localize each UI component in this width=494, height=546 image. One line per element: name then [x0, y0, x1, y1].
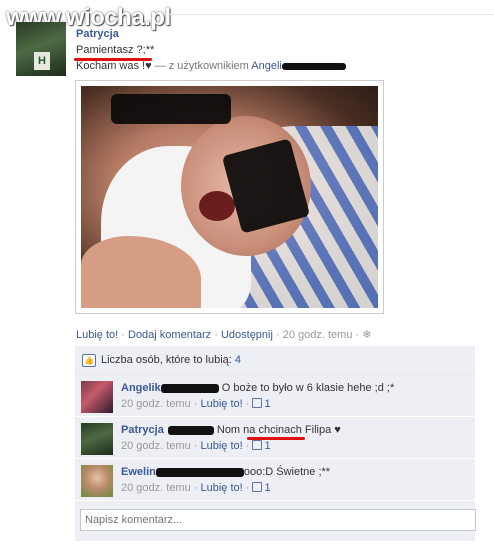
commenter-avatar[interactable]	[81, 381, 113, 413]
commenter-avatar[interactable]	[81, 423, 113, 455]
thumbs-up-icon	[252, 482, 263, 492]
author-avatar[interactable]: H	[16, 22, 66, 76]
with-line: Kocham was !♥ — z użytkownikiem Angeli	[76, 60, 346, 72]
comment-input[interactable]	[80, 509, 476, 531]
comment-time: 20 godz. temu	[121, 440, 191, 452]
censor-scribble	[281, 62, 346, 70]
privacy-icon[interactable]: ❄	[362, 329, 371, 341]
comment-text: ooo:D Świetne ;**	[243, 466, 331, 478]
share-link[interactable]: Udostępnij	[221, 329, 273, 341]
comment-item: Ewelin ooo:D Świetne ;** 20 godz. temu · …	[75, 459, 475, 501]
comment-text: Nom na chcinach Filipa ♥	[216, 424, 341, 436]
post-actions: Lubię to! · Dodaj komentarz · Udostępnij…	[76, 329, 372, 341]
divider	[168, 14, 494, 15]
post-author-link[interactable]: Patrycja	[76, 28, 119, 40]
thumbs-up-icon	[252, 398, 263, 408]
commenter-name[interactable]: Patrycja	[121, 424, 164, 436]
like-link[interactable]: Lubię to!	[76, 329, 118, 341]
commenter-name[interactable]: Ewelin	[121, 466, 156, 478]
with-prefix: — z użytkownikiem	[154, 60, 249, 72]
avatar-jersey-letter: H	[34, 52, 50, 70]
comment-like-link[interactable]: Lubię to!	[201, 398, 243, 410]
likes-summary[interactable]: 👍 Liczba osób, które to lubią: 4	[75, 346, 475, 375]
comment-time: 20 godz. temu	[121, 482, 191, 494]
comment-text: O boże to było w 6 klasie hehe ;d ;*	[221, 382, 395, 394]
censor-scribble	[167, 425, 214, 435]
comment-like-count[interactable]: 1	[252, 440, 271, 452]
post-caption: Kocham was !♥	[76, 60, 152, 72]
add-comment-link[interactable]: Dodaj komentarz	[128, 329, 211, 341]
comment-time: 20 godz. temu	[121, 398, 191, 410]
censor-scribble	[155, 467, 244, 477]
thumbs-up-icon: 👍	[82, 354, 96, 367]
post-status-text: Pamientasz ?;**	[76, 44, 155, 56]
tagged-user-link[interactable]: Angeli	[251, 60, 282, 72]
likes-count: 4	[234, 354, 242, 366]
comment-item: Angelik O boże to było w 6 klasie hehe ;…	[75, 375, 475, 417]
comment-item: Patrycja Nom na chcinach Filipa ♥ 20 god…	[75, 417, 475, 459]
censor-scribble	[160, 383, 219, 393]
photo-censor-top	[111, 94, 231, 124]
comments-section: 👍 Liczba osób, które to lubią: 4 Angelik…	[75, 346, 476, 541]
comment-like-count[interactable]: 1	[252, 398, 271, 410]
commenter-name[interactable]: Angelik	[121, 382, 161, 394]
thumbs-up-icon	[252, 440, 263, 450]
comment-like-link[interactable]: Lubię to!	[201, 440, 243, 452]
photo-frame[interactable]	[75, 80, 384, 314]
comment-input-row	[75, 501, 476, 541]
photo-baby-mouth	[199, 191, 235, 221]
comment-like-link[interactable]: Lubię to!	[201, 482, 243, 494]
comment-like-count[interactable]: 1	[252, 482, 271, 494]
likes-label: Liczba osób, które to lubią:	[101, 354, 232, 366]
baby-photo[interactable]	[81, 86, 378, 308]
post-time: 20 godz. temu	[282, 329, 353, 341]
commenter-avatar[interactable]	[81, 465, 113, 497]
